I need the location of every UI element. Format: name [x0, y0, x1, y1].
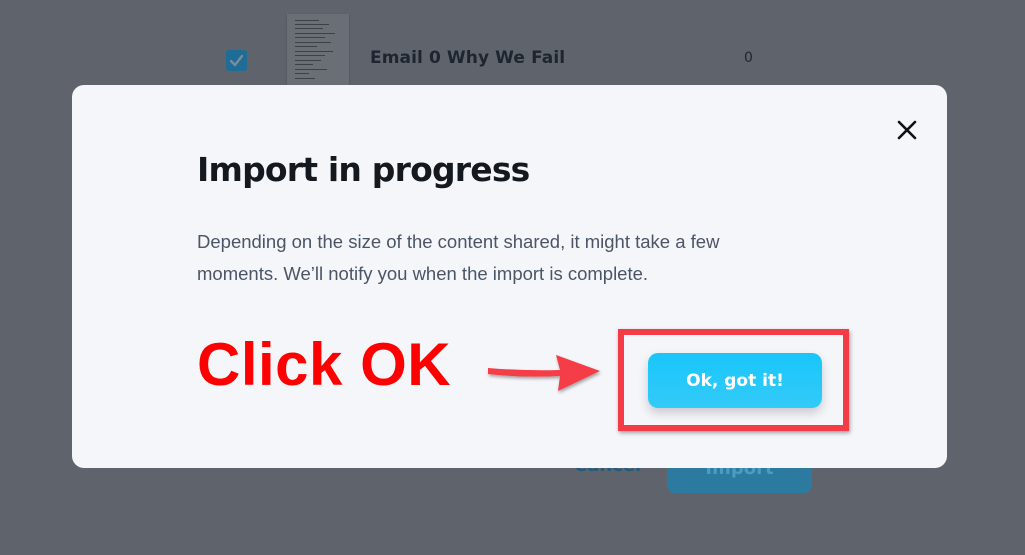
import-progress-modal: Import in progress Depending on the size… [72, 85, 947, 468]
row-checkbox[interactable] [226, 50, 247, 71]
check-icon [229, 54, 244, 67]
annotation-arrow-icon [488, 355, 600, 391]
item-title: Email 0 Why We Fail [370, 48, 566, 68]
ok-got-it-button[interactable]: Ok, got it! [648, 353, 822, 408]
modal-description: Depending on the size of the content sha… [197, 231, 720, 284]
close-icon[interactable] [895, 118, 919, 142]
annotation-label: Click OK [197, 331, 452, 398]
document-thumbnail [287, 14, 349, 94]
modal-title: Import in progress [197, 150, 530, 189]
item-count: 0 [744, 50, 753, 66]
